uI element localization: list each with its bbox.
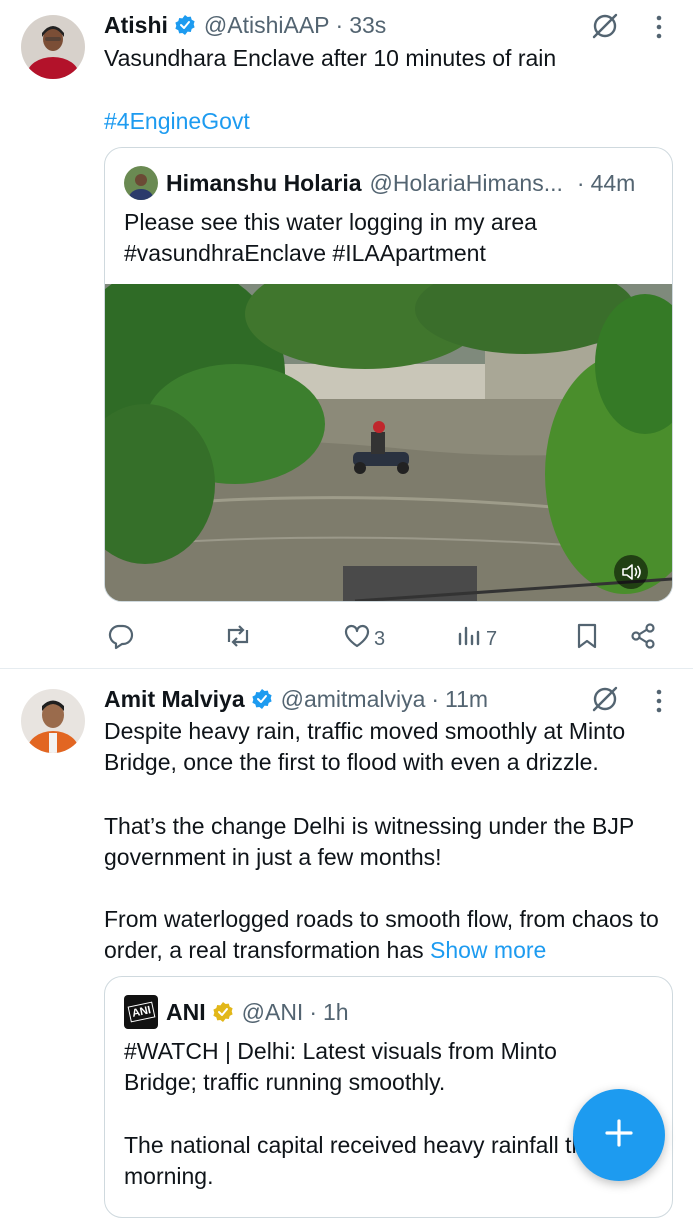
like-count: 3	[374, 627, 386, 650]
views-chart-icon	[457, 622, 483, 656]
gold-verified-badge-icon	[212, 1001, 234, 1023]
reply-button[interactable]	[107, 622, 135, 656]
quoted-tweet[interactable]: ANI ANI @ANI · 1h #WATCH | Delhi: Latest…	[104, 976, 673, 1218]
quoted-text-line1: Please see this water logging in my area	[124, 209, 537, 235]
avatar-amit-malviya[interactable]	[21, 689, 85, 753]
author-name[interactable]: Atishi	[104, 12, 168, 39]
avatar-himanshu[interactable]	[124, 166, 158, 200]
repost-button[interactable]	[223, 622, 253, 656]
more-options-icon[interactable]	[654, 688, 664, 719]
reply-icon	[107, 622, 135, 656]
verified-badge-icon	[251, 688, 273, 710]
quoted-timestamp[interactable]: 44m	[591, 170, 636, 197]
hashtag-link[interactable]: #4EngineGovt	[104, 106, 250, 137]
grok-icon[interactable]	[590, 684, 620, 719]
plus-icon	[604, 1118, 634, 1153]
author-name[interactable]: Amit Malviya	[104, 686, 245, 713]
quoted-timestamp[interactable]: 1h	[323, 999, 349, 1026]
video-thumbnail[interactable]	[105, 284, 672, 601]
quoted-text-paragraph-1: #WATCH | Delhi: Latest visuals from Mint…	[124, 1038, 564, 1095]
tweet-text-paragraph-1: Despite heavy rain, traffic moved smooth…	[104, 718, 632, 775]
tweet-text-paragraph-3: From waterlogged roads to smooth flow, f…	[104, 904, 674, 966]
avatar-ani[interactable]: ANI	[124, 995, 158, 1029]
separator-dot: ·	[309, 998, 317, 1025]
quoted-author-name[interactable]: ANI	[166, 999, 206, 1026]
bookmark-button[interactable]	[575, 622, 599, 656]
avatar-atishi[interactable]	[21, 15, 85, 79]
ani-logo-text: ANI	[127, 1001, 155, 1023]
repost-icon	[223, 622, 253, 656]
grok-icon[interactable]	[590, 11, 620, 46]
share-button[interactable]	[629, 622, 657, 656]
timestamp[interactable]: 11m	[445, 686, 488, 713]
verified-badge-icon	[174, 14, 196, 36]
heart-icon	[343, 622, 371, 656]
timestamp[interactable]: 33s	[349, 12, 386, 39]
view-count: 7	[486, 627, 498, 650]
share-icon	[629, 622, 657, 656]
tweet-text-paragraph-2: That’s the change Delhi is witnessing un…	[104, 813, 641, 870]
quoted-text-paragraph-2: The national capital received heavy rain…	[124, 1132, 601, 1189]
show-more-link[interactable]: Show more	[430, 937, 546, 963]
separator-dot: ·	[576, 169, 585, 196]
tweet-text-paragraph-3-body: From waterlogged roads to smooth flow, f…	[104, 906, 666, 963]
separator-dot: ·	[335, 11, 344, 38]
bookmark-icon	[575, 622, 599, 656]
more-options-icon[interactable]	[654, 14, 664, 45]
quoted-author-handle[interactable]: @HolariaHimans...	[370, 170, 563, 197]
quoted-text-line2: #vasundhraEnclave #ILAApartment	[124, 240, 486, 266]
volume-icon[interactable]	[614, 555, 648, 589]
tweet-divider	[0, 668, 693, 669]
separator-dot: ·	[431, 685, 440, 712]
compose-button[interactable]	[573, 1089, 665, 1181]
quoted-tweet[interactable]: Himanshu Holaria @HolariaHimans... · 44m…	[104, 147, 673, 602]
quoted-author-name[interactable]: Himanshu Holaria	[166, 170, 362, 197]
like-button[interactable]: 3	[343, 622, 385, 656]
views-button[interactable]: 7	[457, 622, 497, 656]
quoted-author-handle[interactable]: @ANI	[242, 999, 304, 1026]
author-handle[interactable]: @amitmalviya	[281, 686, 426, 713]
author-handle[interactable]: @AtishiAAP	[204, 12, 330, 39]
tweet-text: Vasundhara Enclave after 10 minutes of r…	[104, 45, 557, 71]
